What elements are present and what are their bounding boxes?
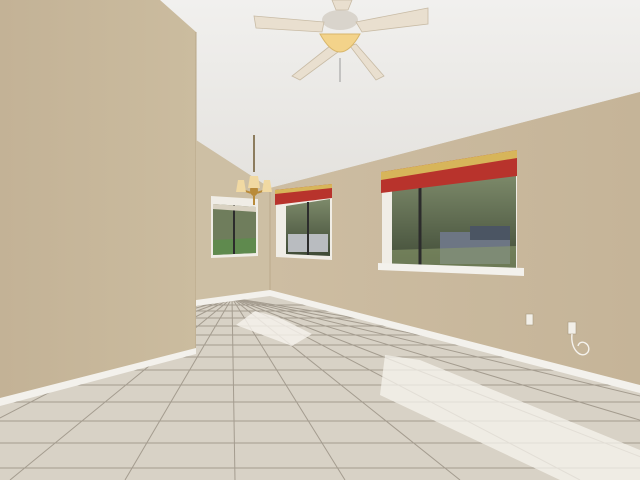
window-left: [211, 196, 258, 258]
empty-room-photo: [0, 0, 640, 480]
outlet-icon: [525, 313, 534, 326]
window-middle: [275, 184, 332, 260]
left-wall: [0, 0, 196, 402]
outlet-icon: [567, 321, 577, 335]
